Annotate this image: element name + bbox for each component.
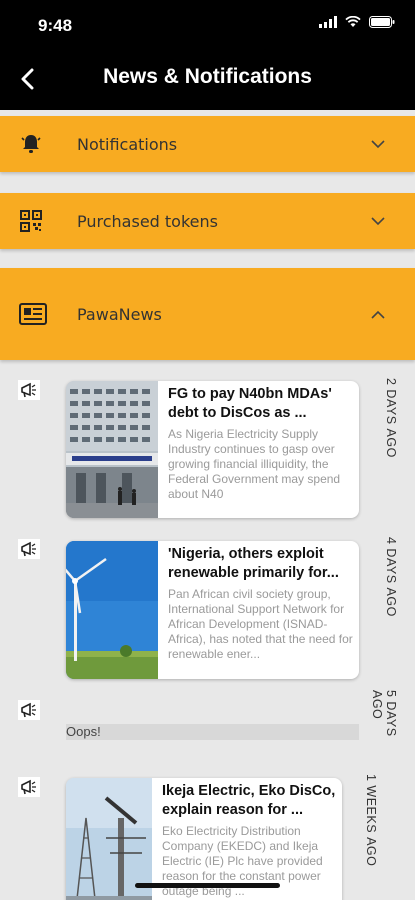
megaphone-icon [18, 380, 40, 400]
chevron-down-icon [371, 214, 385, 228]
battery-icon [369, 16, 395, 28]
news-time-ago: 1 WEEKS AGO [348, 774, 378, 866]
news-summary: Pan African civil society group, Interna… [168, 587, 353, 661]
news-card[interactable]: Ikeja Electric, Eko DisCo, explain reaso… [66, 778, 342, 900]
news-summary: As Nigeria Electricity Supply Industry c… [168, 427, 341, 501]
time-ago-suffix: AGO [384, 587, 398, 617]
megaphone-icon [18, 777, 40, 797]
time-ago-suffix: AGO [370, 690, 384, 720]
status-icons [319, 16, 395, 28]
news-item: 'Nigeria, others exploit renewable prima… [0, 537, 415, 682]
news-card[interactable]: 'Nigeria, others exploit renewable prima… [66, 541, 359, 679]
news-text: FG to pay N40bn MDAs' debt to DisCos as … [168, 385, 353, 502]
page-title: News & Notifications [103, 65, 312, 88]
time-ago-suffix: AGO [384, 428, 398, 458]
bell-icon [18, 131, 44, 157]
time-ago-value: 2 DAYS [384, 378, 398, 425]
time-ago-value: 1 WEEKS [364, 774, 378, 834]
news-item: Ikeja Electric, Eko DisCo, explain reaso… [0, 772, 415, 900]
nav-bar: News & Notifications [0, 52, 415, 110]
chevron-up-icon [371, 307, 385, 321]
news-error-message: Oops! [66, 724, 359, 740]
section-purchased-tokens[interactable]: Purchased tokens [0, 193, 415, 249]
time-ago-value: 4 DAYS [384, 537, 398, 584]
news-thumbnail [66, 541, 158, 679]
home-indicator[interactable] [135, 883, 280, 888]
status-time: 9:48 [38, 16, 73, 35]
megaphone-icon [18, 700, 40, 720]
news-text: 'Nigeria, others exploit renewable prima… [168, 545, 353, 662]
news-headline: 'Nigeria, others exploit renewable prima… [168, 546, 339, 581]
section-label: Purchased tokens [77, 211, 218, 231]
status-bar: 9:48 [0, 0, 415, 52]
top-bar: 9:48 News & Notifications [0, 0, 415, 110]
news-text: Ikeja Electric, Eko DisCo, explain reaso… [162, 782, 336, 899]
qr-code-icon [18, 208, 44, 234]
chevron-down-icon [371, 137, 385, 151]
signal-icon [319, 16, 337, 28]
wifi-icon [345, 16, 361, 27]
news-time-ago: 4 DAYS AGO [368, 537, 398, 617]
news-headline: FG to pay N40bn MDAs' debt to DisCos as … [168, 386, 332, 421]
news-thumbnail [66, 381, 158, 518]
news-item: FG to pay N40bn MDAs' debt to DisCos as … [0, 378, 415, 523]
news-time-ago: 2 DAYS AGO [368, 378, 398, 458]
section-pawanews[interactable]: PawaNews [0, 268, 415, 360]
news-thumbnail [66, 778, 152, 900]
time-ago-suffix: AGO [364, 837, 378, 867]
time-ago-value: 5 DAYS [384, 690, 398, 737]
news-card[interactable]: FG to pay N40bn MDAs' debt to DisCos as … [66, 381, 359, 518]
news-item: Oops! 5 DAYS AGO [0, 690, 415, 750]
section-label: Notifications [77, 134, 178, 154]
section-label: PawaNews [77, 304, 162, 324]
newspaper-icon [18, 301, 48, 327]
megaphone-icon [18, 539, 40, 559]
news-headline: Ikeja Electric, Eko DisCo, explain reaso… [162, 783, 336, 818]
section-notifications[interactable]: Notifications [0, 116, 415, 172]
news-time-ago: 5 DAYS AGO [368, 690, 398, 750]
